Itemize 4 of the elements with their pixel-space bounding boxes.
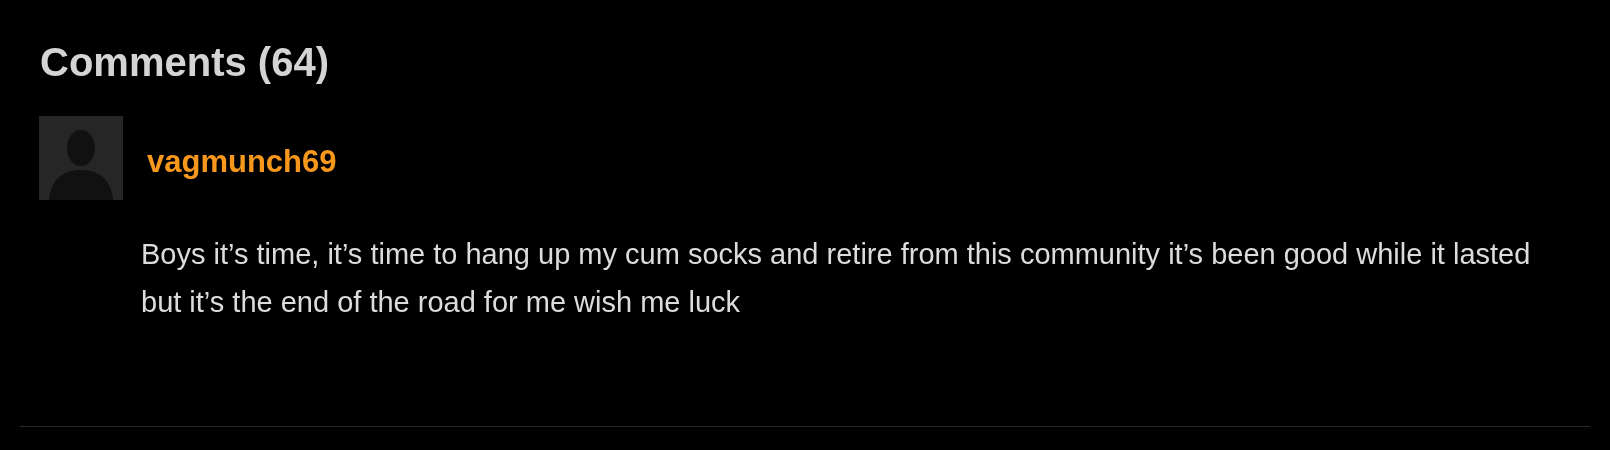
section-heading: Comments (64) [40, 39, 329, 86]
comment-text: Boys it’s time, it’s time to hang up my cum socks and retire from this community it’s been good while it lasted but it’s the end of the road for me wish me luck [140, 237, 1532, 320]
username-link[interactable]: vagmunch69 [147, 138, 337, 186]
avatar-icon [39, 116, 123, 200]
